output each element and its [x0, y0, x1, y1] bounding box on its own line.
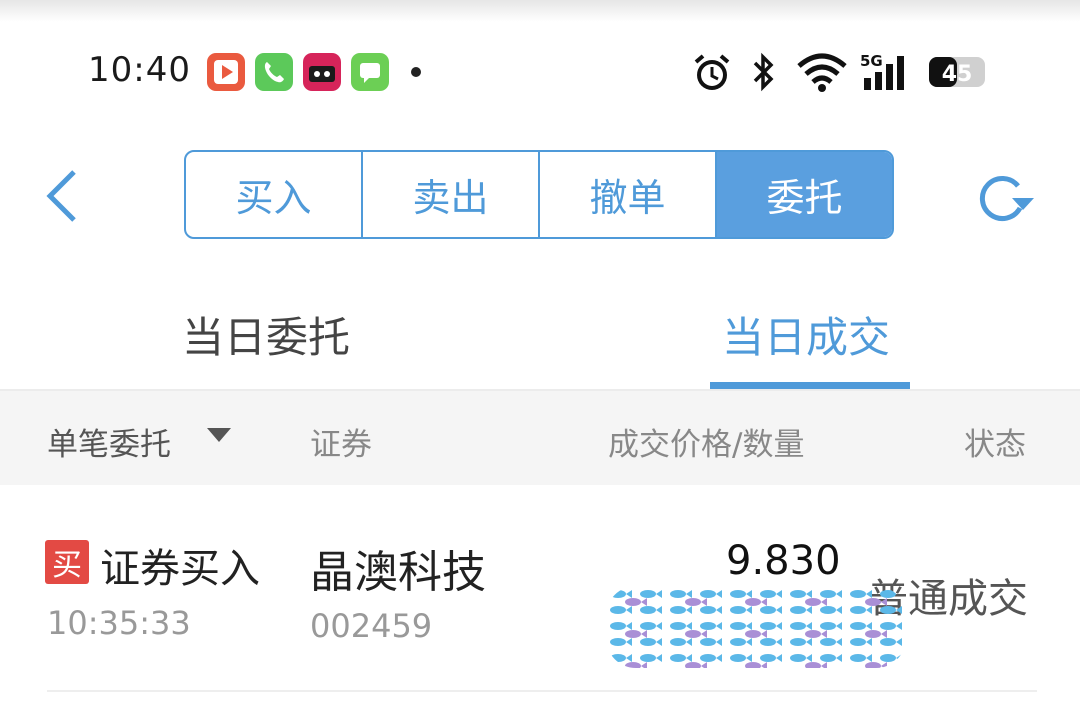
- column-header-status: 状态: [964, 427, 1026, 463]
- top-shadow: [0, 0, 1080, 22]
- table-header: 单笔委托 证券 成交价格/数量 状态: [0, 391, 1080, 485]
- subtab-today-orders[interactable]: 当日委托: [182, 304, 350, 365]
- alarm-icon: [694, 54, 730, 90]
- security-name: 晶澳科技: [310, 547, 486, 598]
- signal-icon: 5G: [860, 52, 904, 90]
- phone-app-icon: [255, 53, 293, 91]
- security-code: 002459: [310, 607, 433, 645]
- column-header-security: 证券: [310, 427, 372, 463]
- order-time: 10:35:33: [47, 604, 191, 642]
- network-type: 5G: [860, 52, 883, 70]
- tmall-app-icon: [303, 53, 341, 91]
- battery-level: 45: [942, 62, 973, 87]
- subtab-today-trades[interactable]: 当日成交: [722, 304, 890, 365]
- tab-sell[interactable]: 卖出: [363, 152, 540, 237]
- order-type: 证券买入: [100, 546, 260, 592]
- tab-cancel[interactable]: 撤单: [540, 152, 717, 237]
- wifi-icon: [797, 53, 847, 92]
- column-header-price-qty: 成交价格/数量: [608, 427, 805, 463]
- tab-orders[interactable]: 委托: [717, 152, 892, 237]
- column-header-order-type[interactable]: 单笔委托: [47, 419, 171, 464]
- dropdown-triangle-icon[interactable]: [207, 428, 231, 442]
- trade-tabs: 买入 卖出 撤单 委托: [184, 150, 894, 239]
- chevron-left-icon: [46, 170, 76, 222]
- battery-icon: 45: [929, 57, 985, 87]
- back-button[interactable]: [40, 168, 84, 224]
- redaction-pattern: [606, 586, 906, 668]
- messages-app-icon: [351, 53, 389, 91]
- notification-dot: [411, 67, 421, 77]
- trade-price: 9.830: [726, 538, 841, 584]
- tab-buy[interactable]: 买入: [186, 152, 363, 237]
- refresh-button[interactable]: [972, 170, 1036, 226]
- video-app-icon: [207, 53, 245, 91]
- status-time: 10:40: [88, 50, 191, 90]
- row-divider: [47, 690, 1037, 692]
- buy-badge: 买: [45, 540, 89, 584]
- bluetooth-icon: [753, 52, 774, 92]
- refresh-icon: [979, 176, 1034, 221]
